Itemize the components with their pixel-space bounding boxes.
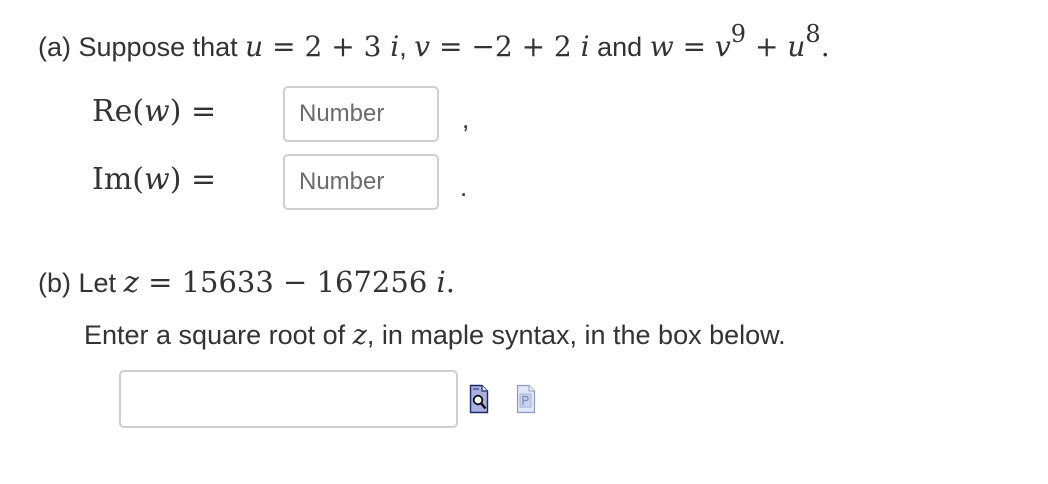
v-imag-unit: i <box>580 30 590 63</box>
part-b-instructions: Enter a square root of z, in maple synta… <box>84 320 786 351</box>
re-w-label: Re(w) = <box>92 94 216 129</box>
re-w-var: w <box>144 94 170 129</box>
im-close-equals: ) = <box>169 162 217 197</box>
and-text: and <box>597 32 643 62</box>
im-w-var: w <box>144 162 170 197</box>
preview-magnifier-icon[interactable] <box>469 384 489 414</box>
imaginary-part-input[interactable] <box>283 154 439 210</box>
z-imag-unit: i <box>436 265 446 299</box>
v-exponent: 9 <box>730 20 747 48</box>
im-row-period: . <box>460 172 468 202</box>
w-u-term: u <box>787 30 806 63</box>
part-a-statement: (a) Suppose that u = 2 + 3 i, v = −2 + 2… <box>38 20 830 63</box>
re-fn: Re( <box>92 94 145 129</box>
v-variable: v <box>414 30 431 63</box>
re-row-comma: , <box>462 104 470 134</box>
w-equals: = <box>682 30 707 63</box>
part-b-statement: (b) Let z = 15633 − 167256 i. <box>38 265 455 299</box>
part-b-period: . <box>445 265 455 299</box>
u-imag-unit: i <box>390 30 400 63</box>
square-root-answer-input[interactable] <box>119 370 458 428</box>
real-part-input[interactable] <box>283 86 439 142</box>
w-variable: w <box>649 30 674 63</box>
part-b-label: (b) Let <box>38 268 117 298</box>
im-fn: Im( <box>92 162 145 197</box>
z-definition: z = 15633 − 167256 i. <box>124 265 455 299</box>
suppose-text: Suppose that <box>78 32 238 62</box>
u-variable: u <box>245 30 264 63</box>
u-exponent: 8 <box>805 20 821 48</box>
comma-separator: , <box>399 32 407 62</box>
u-definition: u = 2 + 3 i <box>245 30 399 63</box>
im-w-label: Im(w) = <box>92 162 216 197</box>
z-value: = 15633 − 167256 <box>148 265 428 299</box>
w-v-term: v <box>714 30 731 63</box>
w-plus: + <box>754 30 779 63</box>
instr-z-variable: z <box>352 320 367 351</box>
maple-syntax-help-icon[interactable] <box>516 384 536 414</box>
part-a-label: (a) <box>38 32 71 62</box>
u-value: = 2 + 3 <box>272 30 382 63</box>
z-variable: z <box>123 265 139 299</box>
instr-before: Enter a square root of <box>84 320 346 350</box>
v-definition: v = −2 + 2 i <box>414 30 589 63</box>
v-value: = −2 + 2 <box>439 30 572 63</box>
part-a-period: . <box>820 30 830 63</box>
re-close-equals: ) = <box>169 94 217 129</box>
instr-after: , in maple syntax, in the box below. <box>366 320 786 350</box>
w-definition: w = v9 + u8. <box>649 20 830 63</box>
